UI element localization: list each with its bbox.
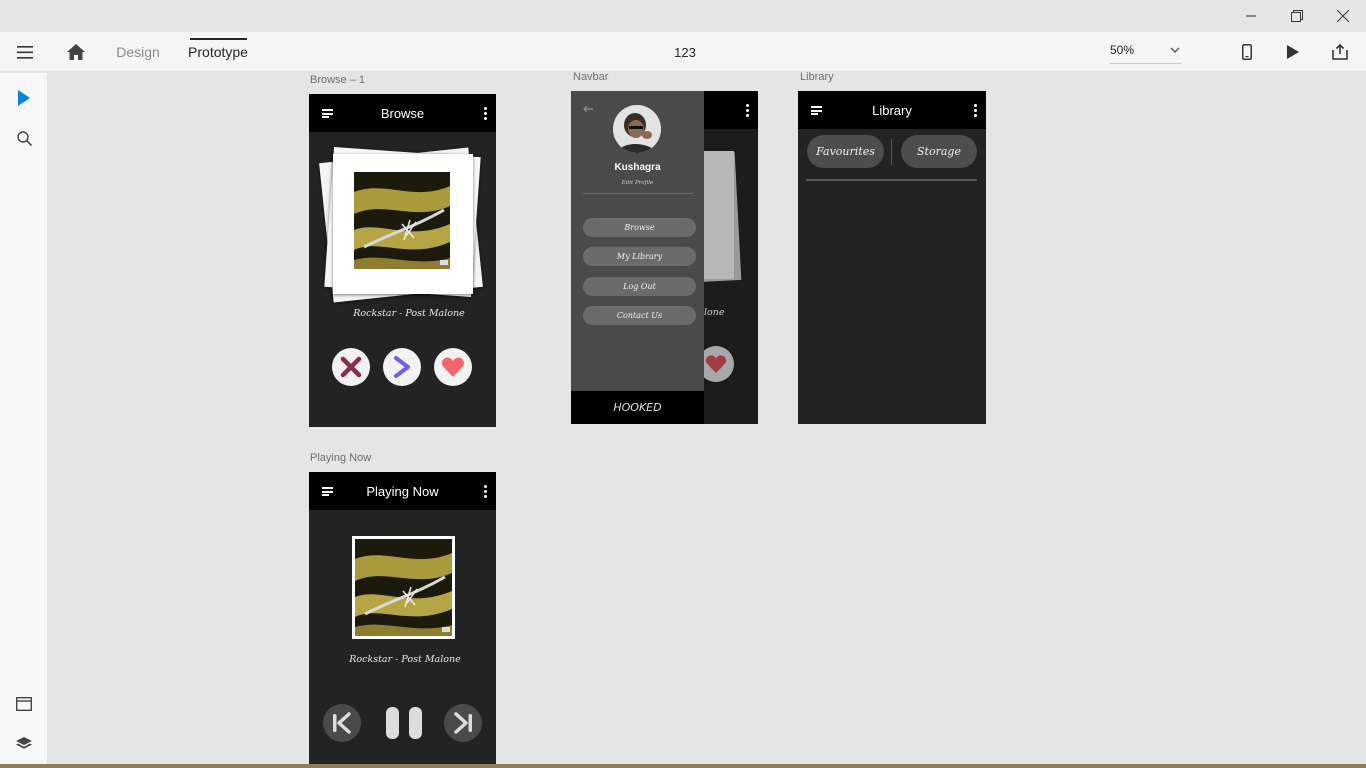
hamburger-icon[interactable]: [322, 109, 333, 118]
play-icon: [1287, 45, 1299, 59]
active-tab-indicator: [190, 38, 247, 40]
dislike-button[interactable]: [332, 348, 370, 386]
minimize-icon: [1246, 15, 1256, 17]
pause-icon: [386, 707, 399, 739]
card-front[interactable]: [333, 154, 473, 294]
tab-divider: [891, 139, 892, 165]
brand-footer: HOOKED: [571, 391, 704, 424]
close-window-button[interactable]: [1320, 0, 1366, 32]
browse-song-title: Rockstar - Post Malone: [353, 308, 465, 319]
tab-storage[interactable]: Storage: [901, 135, 977, 168]
restore-button[interactable]: [1274, 0, 1320, 32]
like-button[interactable]: [434, 348, 472, 386]
artboards-panel-button[interactable]: [0, 686, 48, 722]
zoom-tool-button[interactable]: [0, 120, 48, 156]
select-tool-button[interactable]: [0, 80, 48, 116]
chevron-down-icon: [1170, 42, 1180, 56]
playing-title: Playing Now: [366, 483, 439, 499]
previous-track-button[interactable]: [323, 704, 361, 742]
document-title: 123: [674, 44, 696, 60]
album-art: [355, 539, 452, 636]
tab-underline: [806, 179, 977, 181]
artboard-label-navbar[interactable]: Navbar: [573, 71, 608, 83]
now-playing-frame: [352, 536, 455, 639]
device-preview-button[interactable]: [1234, 32, 1260, 72]
artboard-label-playing-now[interactable]: Playing Now: [310, 452, 371, 464]
edit-profile-link[interactable]: Edit Profile: [571, 180, 704, 186]
nav-item-contact-us[interactable]: Contact Us: [583, 306, 696, 325]
heart-icon: [441, 357, 465, 377]
heart-icon: [705, 355, 727, 373]
search-icon: [16, 130, 32, 146]
preview-play-button[interactable]: [1280, 32, 1306, 72]
album-art: [354, 172, 450, 269]
device-preview-icon: [1242, 44, 1252, 60]
select-arrow-icon: [18, 90, 30, 106]
library-title: Library: [872, 102, 912, 118]
left-tool-rail: [0, 73, 48, 768]
tab-favourites[interactable]: Favourites: [807, 135, 884, 168]
back-arrow-icon[interactable]: [583, 105, 593, 113]
close-icon: [1337, 10, 1349, 22]
chevron-right-icon: [394, 356, 410, 378]
artboard-icon: [16, 697, 32, 711]
browse-title: Browse: [380, 105, 425, 121]
more-options-icon[interactable]: [973, 104, 977, 117]
avatar-image: [613, 105, 661, 153]
pause-button[interactable]: [386, 707, 422, 739]
avatar[interactable]: [613, 105, 661, 153]
nav-drawer: Kushagra Edit Profile Browse My Library …: [571, 91, 704, 391]
behind-song-fragment: lone: [704, 307, 725, 318]
artboard-playing-now[interactable]: Playing Now Rockstar - Post Malone: [309, 472, 496, 768]
user-name: Kushagra: [614, 162, 661, 173]
layers-icon: [16, 737, 32, 749]
album-art-image: [355, 539, 452, 636]
more-options-icon[interactable]: [483, 107, 487, 120]
layers-panel-button[interactable]: [0, 726, 48, 762]
nav-item-browse[interactable]: Browse: [583, 218, 696, 237]
next-track-button[interactable]: [444, 704, 482, 742]
browse-header: Browse: [309, 94, 496, 132]
album-art-image: [354, 172, 450, 269]
nav-item-my-library[interactable]: My Library: [583, 247, 696, 266]
close-x-icon: [340, 356, 362, 378]
playing-song-title: Rockstar - Post Malone: [349, 654, 461, 665]
artboard-library[interactable]: Library Favourites Storage: [798, 91, 986, 424]
next-button[interactable]: [383, 348, 421, 386]
nav-item-log-out[interactable]: Log Out: [583, 277, 696, 296]
window-title-bar: [0, 0, 1366, 32]
home-icon: [67, 44, 85, 60]
library-header: Library: [798, 91, 986, 129]
artboard-browse[interactable]: Browse Rockstar - Post Malone: [309, 94, 496, 427]
behind-header: [704, 91, 758, 129]
taskbar-edge: [0, 764, 1366, 768]
artboard-navbar[interactable]: lone Kushagra Edit Profile Browse My Lib…: [571, 91, 758, 424]
menu-button[interactable]: [10, 32, 40, 72]
zoom-select[interactable]: 50%: [1110, 38, 1182, 64]
minimize-button[interactable]: [1228, 0, 1274, 32]
artboard-label-browse[interactable]: Browse – 1: [310, 74, 365, 86]
more-options-icon: [745, 104, 749, 117]
share-button[interactable]: [1326, 32, 1354, 72]
hamburger-icon: [17, 45, 33, 59]
hamburger-icon[interactable]: [811, 106, 822, 115]
home-button[interactable]: [62, 32, 90, 72]
hamburger-icon[interactable]: [322, 487, 333, 496]
skip-previous-icon: [333, 712, 351, 734]
playing-header: Playing Now: [309, 472, 496, 510]
share-icon: [1332, 44, 1348, 60]
design-mode-tab[interactable]: Design: [112, 32, 164, 72]
zoom-value: 50%: [1110, 43, 1135, 57]
more-options-icon[interactable]: [483, 485, 487, 498]
restore-icon: [1291, 10, 1303, 22]
artboard-label-library[interactable]: Library: [800, 71, 834, 83]
drawer-divider: [583, 193, 693, 194]
skip-next-icon: [454, 712, 472, 734]
